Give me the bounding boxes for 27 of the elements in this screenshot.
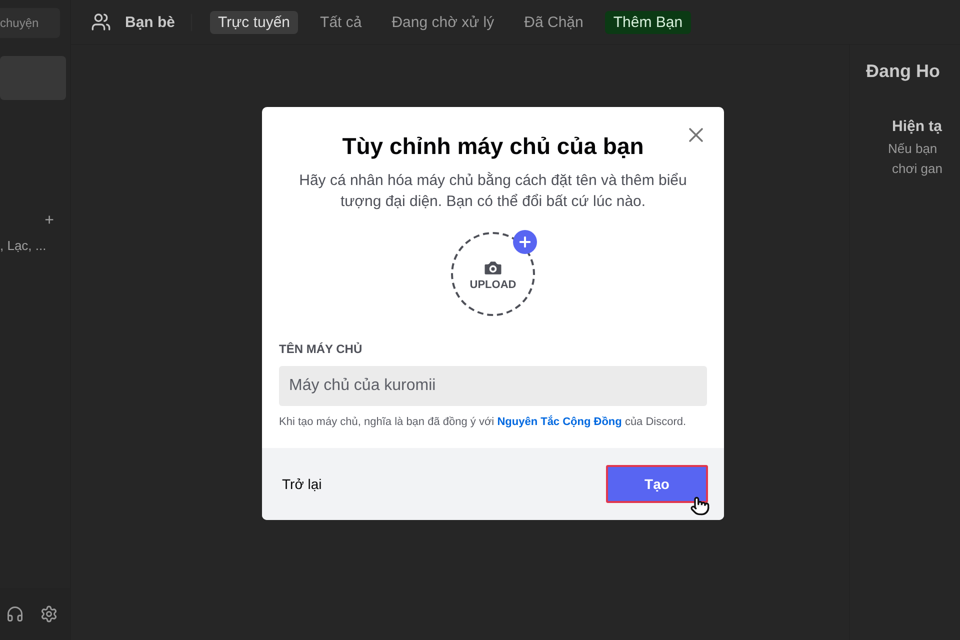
back-button[interactable]: Trở lại xyxy=(282,476,322,492)
cursor-hand-icon xyxy=(690,496,710,516)
panel-title: Đang Ho xyxy=(866,61,941,82)
upload-button[interactable]: UPLOAD xyxy=(451,232,535,316)
tab[interactable]: Đã Chặn xyxy=(516,10,592,34)
tab[interactable]: Trực tuyến xyxy=(210,10,298,34)
friends-icon xyxy=(91,12,111,32)
panel-text: chơi gan xyxy=(892,160,944,178)
search-field[interactable]: chuyện xyxy=(0,8,60,38)
add-label[interactable]: + xyxy=(44,212,54,230)
header-title: Bạn bè xyxy=(125,14,192,30)
settings-icon[interactable] xyxy=(40,605,58,623)
headphones-icon[interactable] xyxy=(6,605,24,623)
create-button[interactable]: Tạo xyxy=(606,465,708,503)
add-friend-button[interactable]: Thêm Bạn xyxy=(605,10,691,34)
field-label: TÊN MÁY CHỦ xyxy=(279,342,364,356)
guidelines-link[interactable]: Nguyên Tắc Cộng Đồng xyxy=(497,416,622,428)
tab[interactable]: Tất cả xyxy=(312,10,370,34)
dialog-description: Hãy cá nhân hóa máy chủ bằng cách đặt tên và thêm biểu tượng đại diện. Bạn có thể đổi bất cứ lúc nào. xyxy=(299,171,687,212)
dialog-title: Tùy chỉnh máy chủ của bạn xyxy=(342,133,644,160)
terms-text: Khi tạo máy chủ, nghĩa là bạn đã đồng ý với Nguyên Tắc Cộng Đồng của Discord. xyxy=(279,416,688,428)
plus-icon xyxy=(513,230,537,254)
tab[interactable]: Đang chờ xử lý xyxy=(384,10,502,34)
panel-subtitle: Hiện tạ xyxy=(892,118,944,135)
input-field[interactable]: Máy chủ của kuromii xyxy=(279,366,707,406)
panel-text: Nếu bạn xyxy=(888,140,938,158)
dm-preview: , Lạc, ... xyxy=(0,238,48,253)
